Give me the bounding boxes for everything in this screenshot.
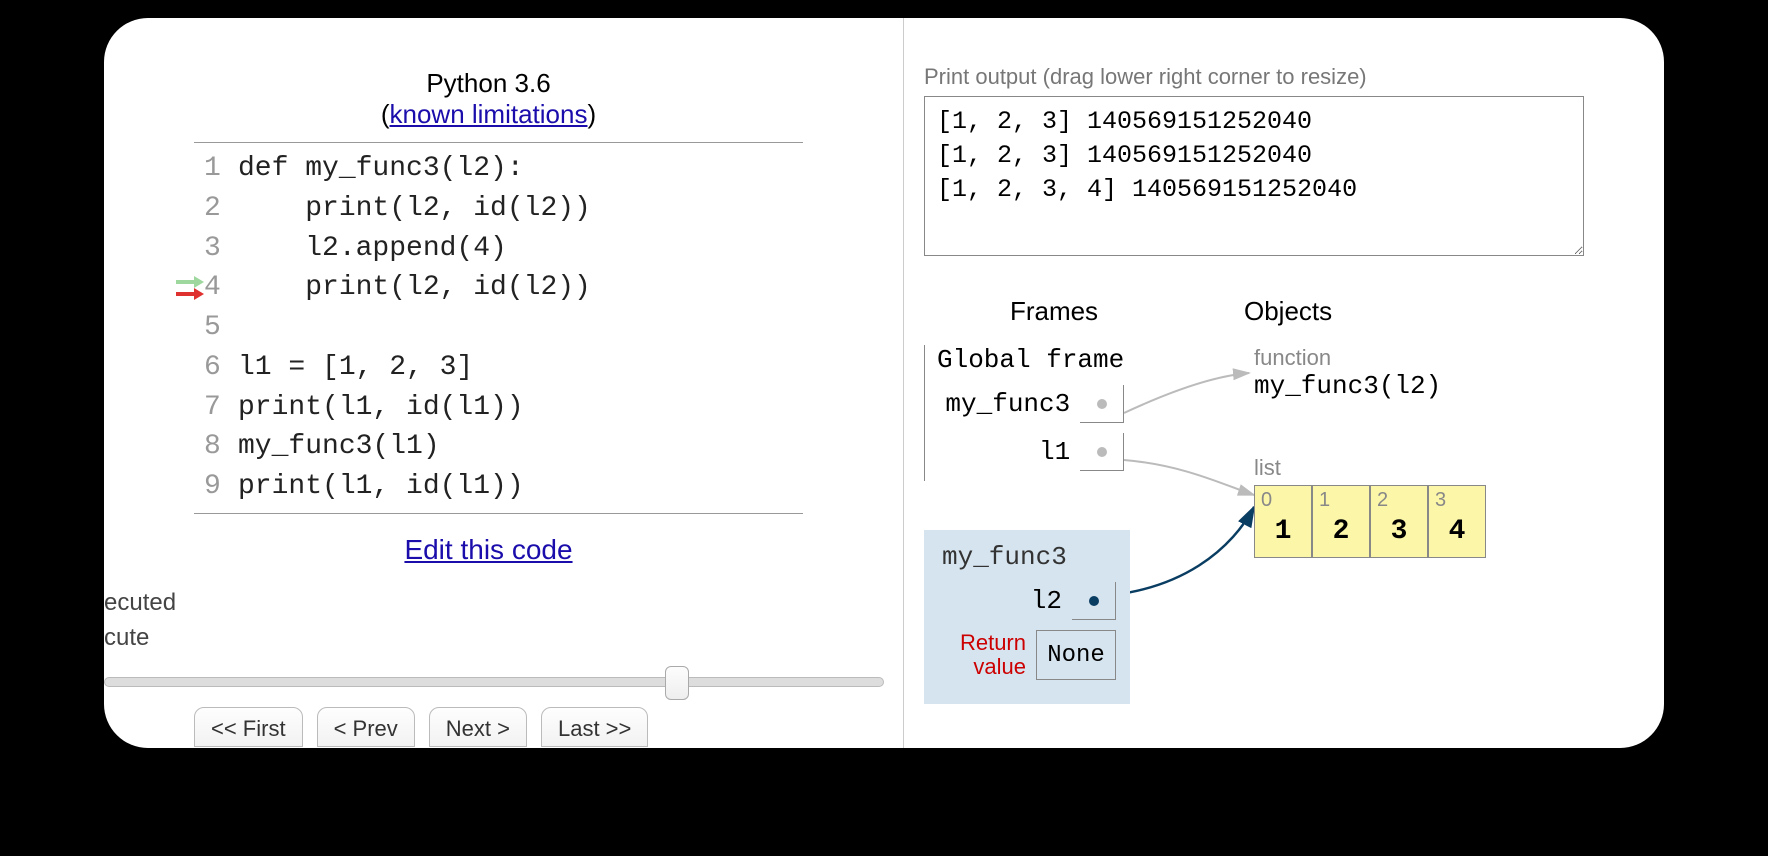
line-number: 3 [204, 229, 238, 269]
code-text: print(l2, id(l2)) [238, 268, 591, 308]
list-index: 0 [1255, 486, 1311, 512]
next-line-arrow-icon [176, 276, 204, 288]
line-number: 4 [204, 268, 238, 308]
line-number: 6 [204, 348, 238, 388]
return-row: Returnvalue None [932, 630, 1116, 680]
step-slider-wrap [104, 677, 873, 687]
code-line: 5 [164, 308, 873, 348]
python-version-header: Python 3.6 (known limitations) [104, 68, 873, 136]
line-number: 1 [204, 149, 238, 189]
nav-buttons: << First < Prev Next > Last >> [104, 707, 873, 747]
global-frame-title: Global frame [937, 345, 1124, 375]
return-value: None [1036, 630, 1116, 680]
list-index: 1 [1313, 486, 1369, 512]
limitations-wrap: (known limitations) [104, 99, 873, 130]
list-cell: 12 [1312, 485, 1370, 558]
code-text: l1 = [1, 2, 3] [238, 348, 473, 388]
list-cell: 34 [1428, 485, 1486, 558]
list-table: 01122334 [1254, 485, 1486, 558]
step-slider-handle[interactable] [665, 666, 689, 700]
code-block: 1def my_func3(l2):2 print(l2, id(l2))3 l… [104, 149, 873, 507]
global-frame: Global frame my_func3 l1 [924, 345, 1124, 481]
code-line: 1def my_func3(l2): [164, 149, 873, 189]
var-pointer-cell [1072, 582, 1116, 620]
object-function: function my_func3(l2) [1254, 345, 1441, 401]
code-line: 9print(l1, id(l1)) [164, 467, 873, 507]
edit-code-link[interactable]: Edit this code [404, 534, 572, 565]
list-index: 2 [1371, 486, 1427, 512]
code-text: l2.append(4) [238, 229, 507, 269]
frame-var-row: l2 [932, 582, 1116, 620]
code-text: print(l1, id(l1)) [238, 467, 524, 507]
list-value: 3 [1371, 512, 1427, 557]
divider [194, 513, 803, 514]
object-function-label: function [1254, 345, 1441, 371]
code-text: def my_func3(l2): [238, 149, 524, 189]
function-frame: my_func3 l2 Returnvalue None [924, 530, 1130, 704]
code-line: 3 l2.append(4) [164, 229, 873, 269]
line-number: 8 [204, 427, 238, 467]
pointer-dot-icon [1097, 447, 1107, 457]
code-text: print(l1, id(l1)) [238, 388, 524, 428]
code-line: 7print(l1, id(l1)) [164, 388, 873, 428]
list-cell: 01 [1254, 485, 1312, 558]
first-button[interactable]: << First [194, 707, 303, 747]
list-value: 2 [1313, 512, 1369, 557]
var-name: my_func3 [940, 389, 1070, 419]
viz-area: Global frame my_func3 l1 my_func3 l2 Retu… [924, 345, 1624, 725]
next-button[interactable]: Next > [429, 707, 527, 747]
objects-header: Objects [1184, 296, 1624, 327]
current-line-arrow-icon [176, 288, 204, 300]
viz-headers: Frames Objects [924, 296, 1624, 327]
code-pane: Python 3.6 (known limitations) 1def my_f… [104, 18, 904, 748]
line-number: 2 [204, 189, 238, 229]
frame-var-row: l1 [937, 433, 1124, 471]
list-cell: 23 [1370, 485, 1428, 558]
visualizer-card: Python 3.6 (known limitations) 1def my_f… [104, 18, 1664, 748]
code-line: 4 print(l2, id(l2)) [164, 268, 873, 308]
print-output[interactable]: [1, 2, 3] 140569151252040 [1, 2, 3] 1405… [924, 96, 1584, 256]
visualization-pane: Print output (drag lower right corner to… [904, 18, 1664, 748]
code-line: 8my_func3(l1) [164, 427, 873, 467]
last-button[interactable]: Last >> [541, 707, 648, 747]
frames-header: Frames [924, 296, 1184, 327]
code-line: 2 print(l2, id(l2)) [164, 189, 873, 229]
list-index: 3 [1429, 486, 1485, 512]
prev-button[interactable]: < Prev [317, 707, 415, 747]
pointer-dot-icon [1097, 399, 1107, 409]
list-value: 4 [1429, 512, 1485, 557]
divider [194, 142, 803, 143]
return-label: Returnvalue [936, 631, 1026, 679]
object-list: list 01122334 [1254, 455, 1486, 558]
line-number: 7 [204, 388, 238, 428]
known-limitations-link[interactable]: known limitations [390, 99, 588, 129]
object-function-text: my_func3(l2) [1254, 371, 1441, 401]
object-list-label: list [1254, 455, 1486, 481]
var-name: l2 [932, 586, 1062, 616]
code-text: my_func3(l1) [238, 427, 440, 467]
line-number: 5 [204, 308, 238, 348]
exec-status: ecuted cute [104, 586, 873, 656]
var-pointer-cell [1080, 385, 1124, 423]
list-value: 1 [1255, 512, 1311, 557]
pointer-dot-icon [1089, 596, 1099, 606]
edit-link-wrap: Edit this code [104, 534, 873, 566]
output-label: Print output (drag lower right corner to… [924, 64, 1624, 90]
python-version: Python 3.6 [104, 68, 873, 99]
line-number: 9 [204, 467, 238, 507]
code-line: 6l1 = [1, 2, 3] [164, 348, 873, 388]
function-frame-title: my_func3 [942, 542, 1116, 572]
var-pointer-cell [1080, 433, 1124, 471]
code-text: print(l2, id(l2)) [238, 189, 591, 229]
step-slider-track[interactable] [104, 677, 884, 687]
var-name: l1 [940, 437, 1070, 467]
frame-var-row: my_func3 [937, 385, 1124, 423]
